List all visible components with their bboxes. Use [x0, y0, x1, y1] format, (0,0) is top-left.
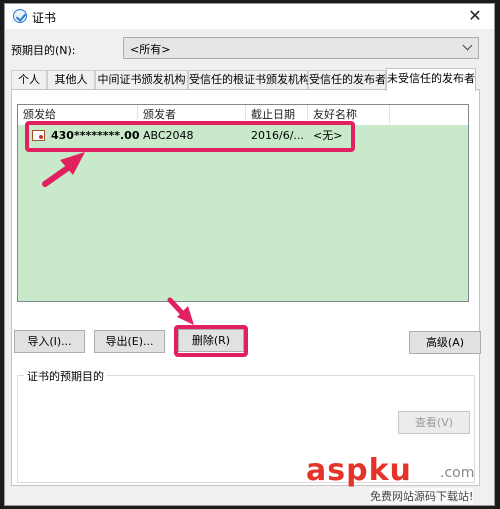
arrow-to-remove [167, 297, 194, 325]
arrow-to-certificate [42, 152, 85, 187]
view-button[interactable]: 查看(V) [398, 411, 470, 434]
watermark-slogan: 免费网站源码下载站! [370, 488, 474, 504]
import-button[interactable]: 导入(I)... [14, 330, 85, 353]
advanced-button[interactable]: 高级(A) [409, 331, 481, 354]
intended-purposes-label: 证书的预期目的 [24, 368, 107, 384]
watermark: aspku .com 免费网站源码下载站! [300, 453, 495, 505]
remove-highlight-box [174, 325, 248, 357]
watermark-suffix: .com [440, 465, 475, 481]
watermark-brand: aspku [306, 453, 412, 488]
export-button[interactable]: 导出(E)... [94, 330, 165, 353]
tab-untrusted-publishers[interactable]: 未受信任的发布者 [386, 68, 476, 91]
